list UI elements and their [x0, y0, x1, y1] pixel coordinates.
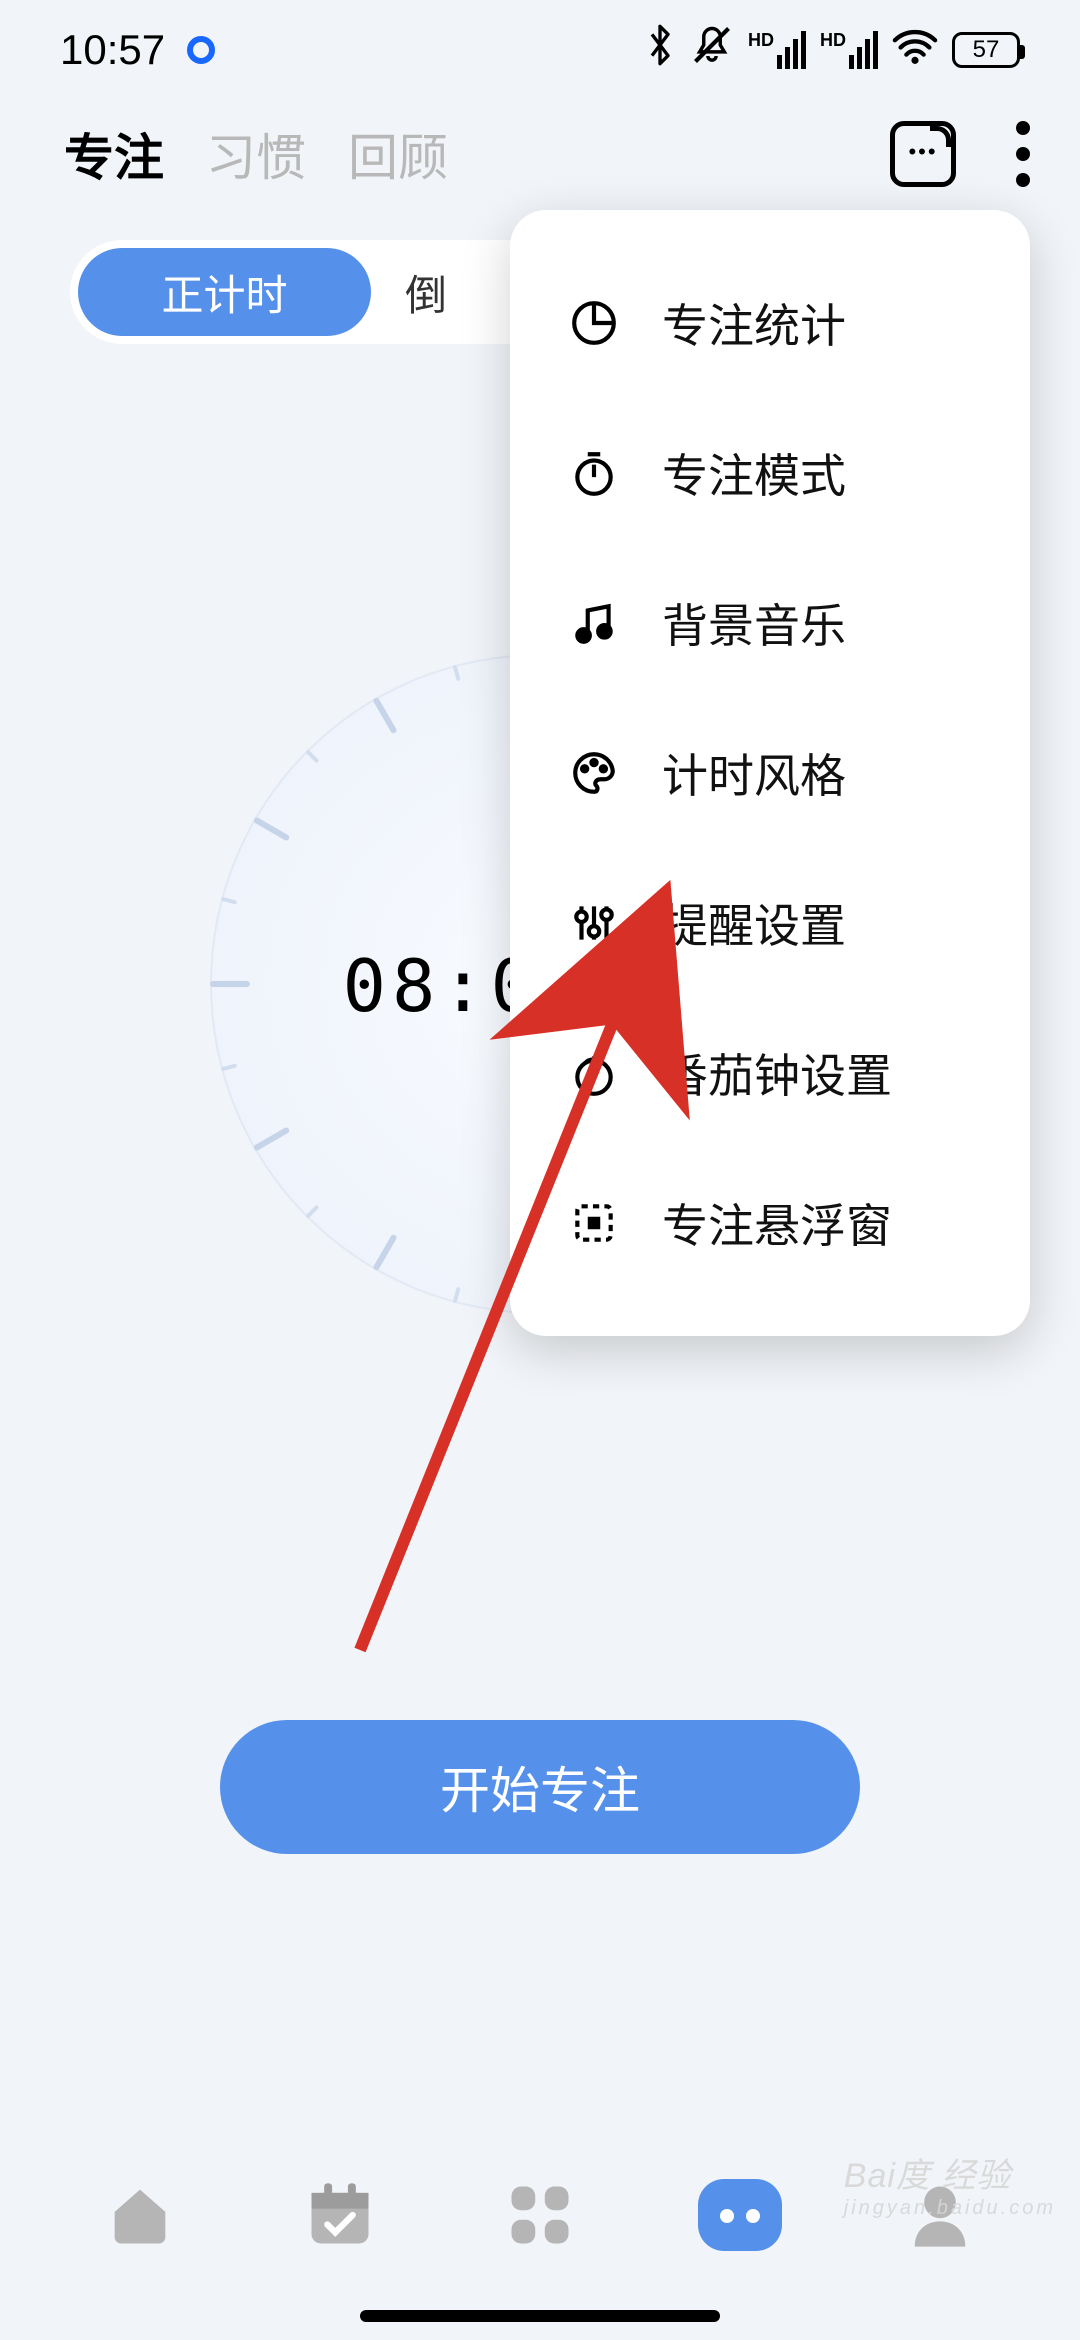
menu-item-style[interactable]: 计时风格 — [510, 698, 1030, 848]
menu-item-float[interactable]: 专注悬浮窗 — [510, 1148, 1030, 1298]
nav-apps[interactable] — [495, 2170, 585, 2260]
menu-item-music[interactable]: 背景音乐 — [510, 548, 1030, 698]
card-button[interactable]: ••• — [890, 121, 956, 187]
tab-habit[interactable]: 习惯 — [206, 118, 306, 190]
bluetooth-icon — [644, 23, 676, 77]
menu-label: 背景音乐 — [662, 590, 846, 656]
status-icons: HD HD 57 — [644, 23, 1020, 77]
menu-label: 专注模式 — [662, 440, 846, 506]
tab-focus[interactable]: 专注 — [64, 118, 164, 190]
status-time: 10:57 — [60, 26, 165, 74]
nav-focus[interactable] — [695, 2170, 785, 2260]
battery-level: 57 — [973, 36, 1000, 64]
menu-item-reminder[interactable]: 提醒设置 — [510, 848, 1030, 998]
tab-review[interactable]: 回顾 — [348, 118, 448, 190]
music-note-icon — [566, 595, 622, 651]
more-menu-button[interactable] — [1016, 121, 1030, 187]
stopwatch-icon — [566, 445, 622, 501]
pie-chart-icon — [566, 295, 622, 351]
nav-home[interactable] — [95, 2170, 185, 2260]
overflow-menu: 专注统计 专注模式 背景音乐 计时风格 提醒设置 番茄钟设置 专注悬浮窗 — [510, 210, 1030, 1336]
mute-icon — [690, 23, 734, 77]
start-focus-button[interactable]: 开始专注 — [220, 1720, 860, 1854]
home-indicator — [360, 2310, 720, 2322]
watermark: Bai度 经验 jingyan.baidu.com — [844, 2148, 1056, 2220]
signal-hd-2-icon: HD — [820, 31, 878, 69]
menu-label: 专注统计 — [662, 290, 846, 356]
menu-label: 番茄钟设置 — [662, 1040, 892, 1106]
menu-label: 提醒设置 — [662, 890, 846, 956]
grid-icon — [502, 2177, 578, 2253]
nav-calendar[interactable] — [295, 2170, 385, 2260]
menu-label: 专注悬浮窗 — [662, 1190, 892, 1256]
menu-item-stats[interactable]: 专注统计 — [510, 248, 1030, 398]
signal-hd-1-icon: HD — [748, 31, 806, 69]
record-indicator-icon — [187, 36, 215, 64]
dots-icon: ••• — [908, 139, 937, 165]
wifi-icon — [892, 26, 938, 74]
sliders-icon — [566, 895, 622, 951]
calendar-icon — [302, 2177, 378, 2253]
palette-icon — [566, 745, 622, 801]
tomato-icon — [566, 1045, 622, 1101]
focus-icon — [698, 2179, 782, 2251]
menu-item-mode[interactable]: 专注模式 — [510, 398, 1030, 548]
float-window-icon — [566, 1195, 622, 1251]
home-icon — [102, 2177, 178, 2253]
menu-label: 计时风格 — [662, 740, 846, 806]
segment-count-up[interactable]: 正计时 — [78, 248, 371, 336]
status-bar: 10:57 HD HD 57 — [0, 0, 1080, 100]
menu-item-pomodoro[interactable]: 番茄钟设置 — [510, 998, 1030, 1148]
battery-icon: 57 — [952, 32, 1020, 68]
